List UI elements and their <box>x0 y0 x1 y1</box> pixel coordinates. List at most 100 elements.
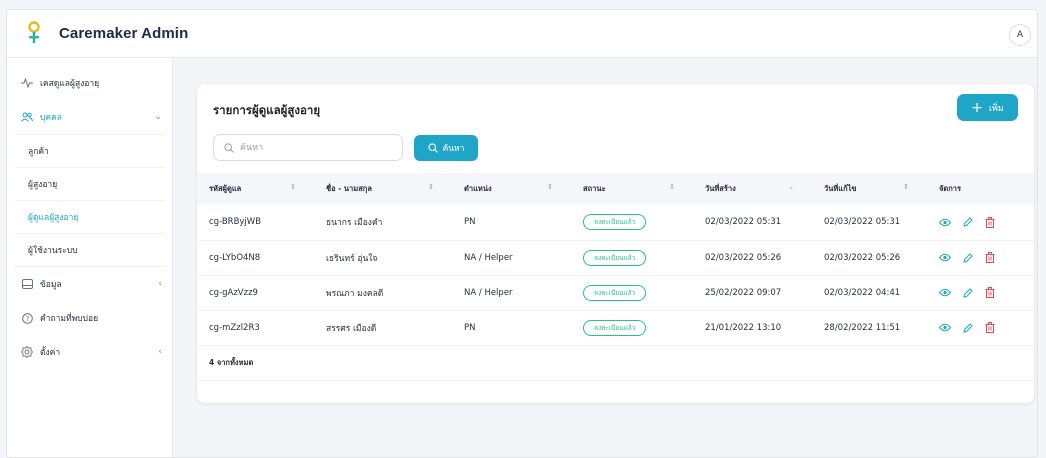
column-header-created[interactable]: วันที่สร้าง ⌄ <box>693 173 812 205</box>
chevron-down-icon: ⌄ <box>154 112 162 122</box>
cell-id: cg-BRByjWB <box>209 217 262 228</box>
brand-title: Caremaker Admin <box>59 25 189 42</box>
column-header-position[interactable]: ตำแหน่ง ⇕ <box>452 173 571 205</box>
sidebar-subitem-elderly[interactable]: ผู้สูงอายุ <box>15 167 164 200</box>
sidebar-subitem-caregivers[interactable]: ผู้ดูแลผู้สูงอายุ <box>15 200 164 233</box>
sort-icon: ⇕ <box>903 183 909 191</box>
sidebar-item-label: บุคคล <box>40 113 62 123</box>
cell-updated: 28/02/2022 11:51 <box>824 322 901 333</box>
cell-updated: 02/03/2022 05:31 <box>824 217 901 228</box>
sort-icon: ⇕ <box>290 183 296 191</box>
chevron-left-icon: ‹ <box>158 279 162 289</box>
chevron-left-icon: ‹ <box>158 347 162 357</box>
sidebar-submenu: ลูกค้า ผู้สูงอายุ ผู้ดูแลผู้สูงอายุ ผู้ใ… <box>15 134 164 267</box>
cell-actions <box>927 310 1034 345</box>
edit-icon[interactable] <box>963 287 973 298</box>
cell-position: NA / Helper <box>464 287 513 298</box>
cell-id: cg-gAzVzz9 <box>209 287 258 298</box>
cell-status: ลงทะเบียนแล้ว <box>571 275 693 310</box>
edit-icon[interactable] <box>963 322 973 333</box>
cell-status: ลงทะเบียนแล้ว <box>571 240 693 275</box>
cell-actions <box>927 240 1034 275</box>
cell-name: ธนากร เมืองคำ <box>326 218 383 229</box>
top-bar: Caremaker Admin A <box>7 10 1037 58</box>
sidebar-item-settings[interactable]: ตั้งค่า ‹ <box>7 335 172 369</box>
sidebar-subitem-system-users[interactable]: ผู้ใช้งานระบบ <box>15 233 164 266</box>
cell-updated: 02/03/2022 04:41 <box>824 287 901 298</box>
add-button[interactable]: + เพิ่ม <box>957 94 1018 121</box>
sidebar-item-data[interactable]: ข้อมูล ‹ <box>7 267 172 301</box>
cell-created: 02/03/2022 05:26 <box>705 252 782 263</box>
search-box[interactable] <box>213 134 403 161</box>
sort-icon: ⇕ <box>669 183 675 191</box>
edit-icon[interactable] <box>963 252 973 263</box>
table-row: cg-LYbO4N8 เธรินทร์ อุ่นใจ NA / Helper ล… <box>197 240 1034 275</box>
cell-updated: 02/03/2022 05:26 <box>824 252 901 263</box>
column-header-status[interactable]: สถานะ ⇕ <box>571 173 693 205</box>
edit-icon[interactable] <box>963 217 973 227</box>
page-title: รายการผู้ดูแลผู้สูงอายุ <box>213 103 321 117</box>
search-icon <box>427 143 438 153</box>
search-input[interactable] <box>240 142 390 153</box>
trash-icon[interactable] <box>985 252 995 263</box>
avatar[interactable]: A <box>1009 24 1031 46</box>
status-badge: ลงทะเบียนแล้ว <box>583 214 647 231</box>
status-badge: ลงทะเบียนแล้ว <box>583 319 647 336</box>
cell-name: พรณภา มงคลดี <box>326 288 384 299</box>
sort-icon: ⇕ <box>428 183 434 191</box>
table-header-row: รหัสผู้ดูแล ⇕ ชื่อ - นามสกุล ⇕ ตำแหน่ง ⇕ สถ… <box>197 173 1034 205</box>
cell-created: 21/01/2022 13:10 <box>705 322 782 333</box>
sidebar-item-faq[interactable]: ? คำถามที่พบบ่อย <box>7 301 172 335</box>
cell-name: สรรศร เมืองดี <box>326 323 377 334</box>
eye-icon[interactable] <box>939 218 951 227</box>
sidebar-item-label: คำถามที่พบบ่อย <box>40 314 99 324</box>
activity-icon <box>21 77 33 89</box>
app-window: Caremaker Admin A เคสดูแลผู้สูงอายุ บุคค… <box>6 9 1038 458</box>
column-header-updated[interactable]: วันที่แก้ไข ⇕ <box>812 173 927 205</box>
cell-id: cg-mZzl2R3 <box>209 322 260 333</box>
cell-actions <box>927 275 1034 310</box>
plus-icon: + <box>971 99 983 116</box>
cell-id: cg-LYbO4N8 <box>209 252 261 263</box>
sidebar-item-label: เคสดูแลผู้สูงอายุ <box>40 79 100 89</box>
trash-icon[interactable] <box>985 322 995 333</box>
logo-icon <box>27 20 41 47</box>
sidebar-item-elderly-cases[interactable]: เคสดูแลผู้สูงอายุ <box>7 66 172 100</box>
cell-created: 02/03/2022 05:31 <box>705 217 782 228</box>
table-row: cg-BRByjWB ธนากร เมืองคำ PN ลงทะเบียนแล้… <box>197 205 1034 240</box>
column-header-id[interactable]: รหัสผู้ดูแล ⇕ <box>197 173 314 205</box>
database-icon <box>21 278 33 290</box>
table-row: cg-gAzVzz9 พรณภา มงคลดี NA / Helper ลงทะ… <box>197 275 1034 310</box>
status-badge: ลงทะเบียนแล้ว <box>583 284 647 301</box>
cell-status: ลงทะเบียนแล้ว <box>571 205 693 240</box>
eye-icon[interactable] <box>939 288 951 297</box>
column-header-name[interactable]: ชื่อ - นามสกุล ⇕ <box>314 173 452 205</box>
add-button-label: เพิ่ม <box>988 103 1004 114</box>
total-count: 4 จากทั้งหมด <box>209 357 254 367</box>
eye-icon[interactable] <box>939 253 951 262</box>
cell-position: PN <box>464 322 476 333</box>
cell-status: ลงทะเบียนแล้ว <box>571 310 693 345</box>
sidebar-item-label: ข้อมูล <box>40 280 62 290</box>
sidebar-item-label: ตั้งค่า <box>40 348 61 358</box>
help-icon: ? <box>21 312 33 324</box>
sort-desc-icon: ⌄ <box>788 183 794 191</box>
caregiver-list-card: รายการผู้ดูแลผู้สูงอายุ + เพิ่ม ค้นหา รห… <box>197 84 1034 403</box>
search-icon <box>224 142 234 153</box>
trash-icon[interactable] <box>985 287 995 298</box>
sidebar-item-persons[interactable]: บุคคล ⌄ <box>7 100 172 134</box>
sidebar-subitem-customers[interactable]: ลูกค้า <box>15 134 164 167</box>
trash-icon[interactable] <box>985 216 995 228</box>
sidebar: เคสดูแลผู้สูงอายุ บุคคล ⌄ ลูกค้า ผู้สูงอ… <box>7 58 173 457</box>
search-button[interactable]: ค้นหา <box>414 135 478 161</box>
cell-actions <box>927 205 1034 240</box>
sort-icon: ⇕ <box>547 183 553 191</box>
users-icon <box>21 111 33 123</box>
cell-position: NA / Helper <box>464 252 513 263</box>
table-row: cg-mZzl2R3 สรรศร เมืองดี PN ลงทะเบียนแล้… <box>197 310 1034 345</box>
search-button-label: ค้นหา <box>442 144 465 154</box>
settings-icon <box>21 346 33 358</box>
cell-position: PN <box>464 217 476 228</box>
column-header-actions: จัดการ <box>939 184 962 193</box>
eye-icon[interactable] <box>939 323 951 332</box>
